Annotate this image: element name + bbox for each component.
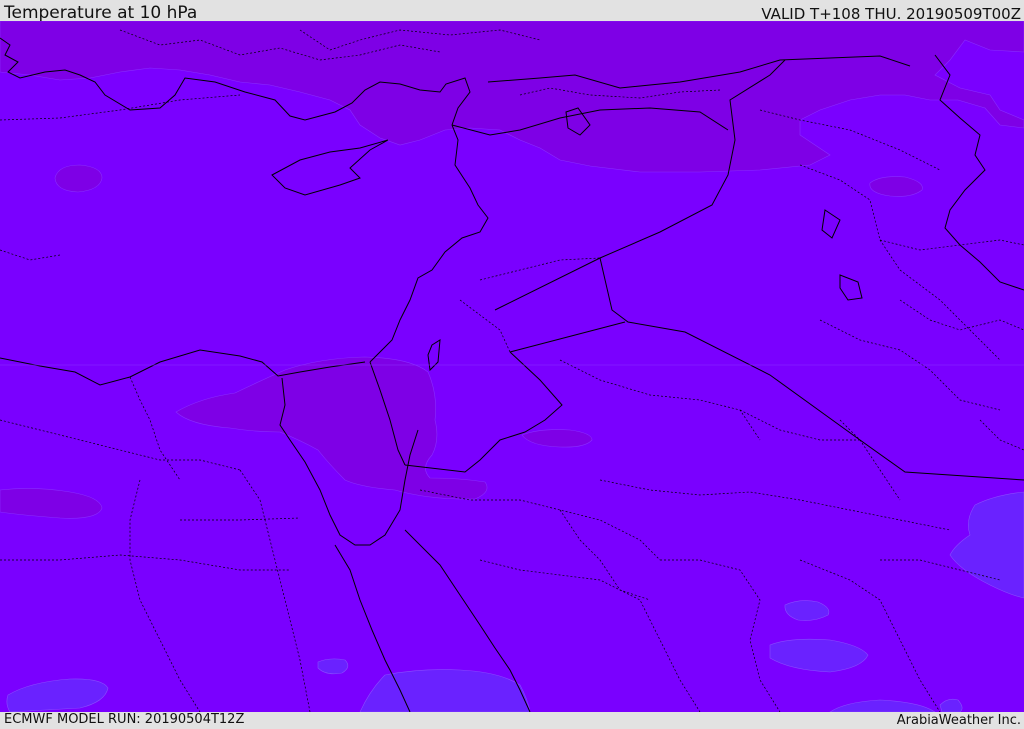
- map-title: Temperature at 10 hPa: [4, 3, 198, 23]
- footer-bar: ECMWF MODEL RUN: 20190504T12Z ArabiaWeat…: [0, 712, 1024, 729]
- model-run-label: ECMWF MODEL RUN: 20190504T12Z: [4, 712, 245, 727]
- header-bar: Temperature at 10 hPa VALID T+108 THU. 2…: [0, 0, 1024, 23]
- weather-map-frame: Temperature at 10 hPa VALID T+108 THU. 2…: [0, 0, 1024, 729]
- cool-region-south-3: [317, 658, 349, 675]
- map-canvas: [0, 21, 1024, 712]
- credit-label: ArabiaWeather Inc.: [896, 713, 1021, 728]
- temperature-map: [0, 21, 1024, 712]
